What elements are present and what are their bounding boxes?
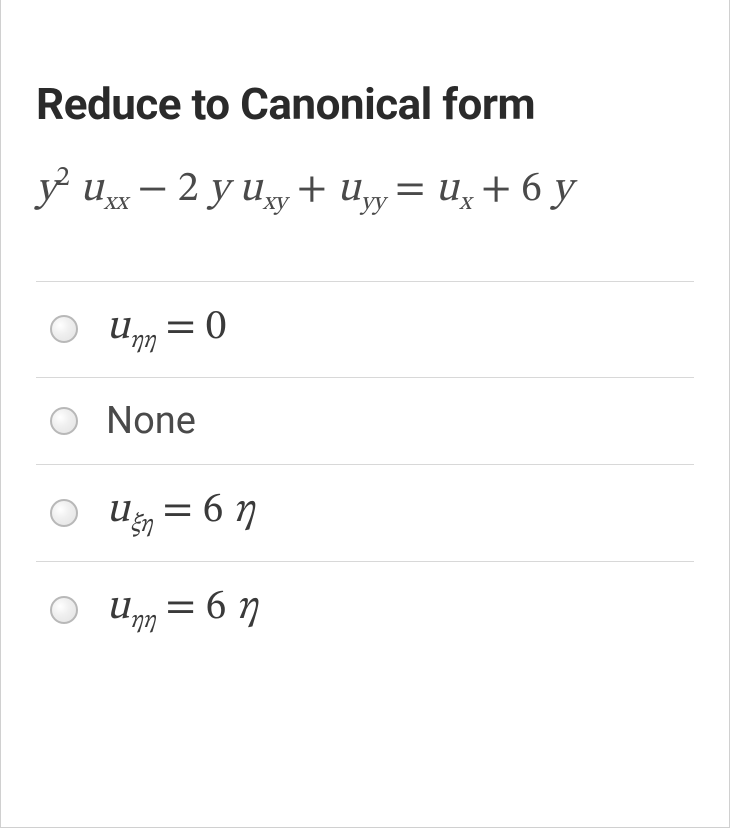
radio-icon[interactable] [50,407,78,435]
question-title: Reduce to Canonical form [36,78,694,130]
option-label-1: uηη = 0 [106,306,226,354]
option-label-4: uηη = 6 η [106,586,258,634]
question-card: Reduce to Canonical form y2 uxx − 2 y ux… [0,0,730,828]
question-equation: y2 uxx − 2 y uxy + uyy = ux + 6 y [36,160,694,221]
radio-icon[interactable] [50,499,78,527]
options-list: uηη = 0 None uξη = 6 η uηη = 6 η [36,281,694,658]
option-row-2[interactable]: None [36,378,694,465]
option-label-2: None [106,402,196,440]
radio-icon[interactable] [50,315,78,343]
radio-icon[interactable] [50,596,78,624]
option-row-3[interactable]: uξη = 6 η [36,465,694,562]
option-row-1[interactable]: uηη = 0 [36,282,694,379]
option-label-3: uξη = 6 η [106,489,255,537]
option-row-4[interactable]: uηη = 6 η [36,562,694,658]
